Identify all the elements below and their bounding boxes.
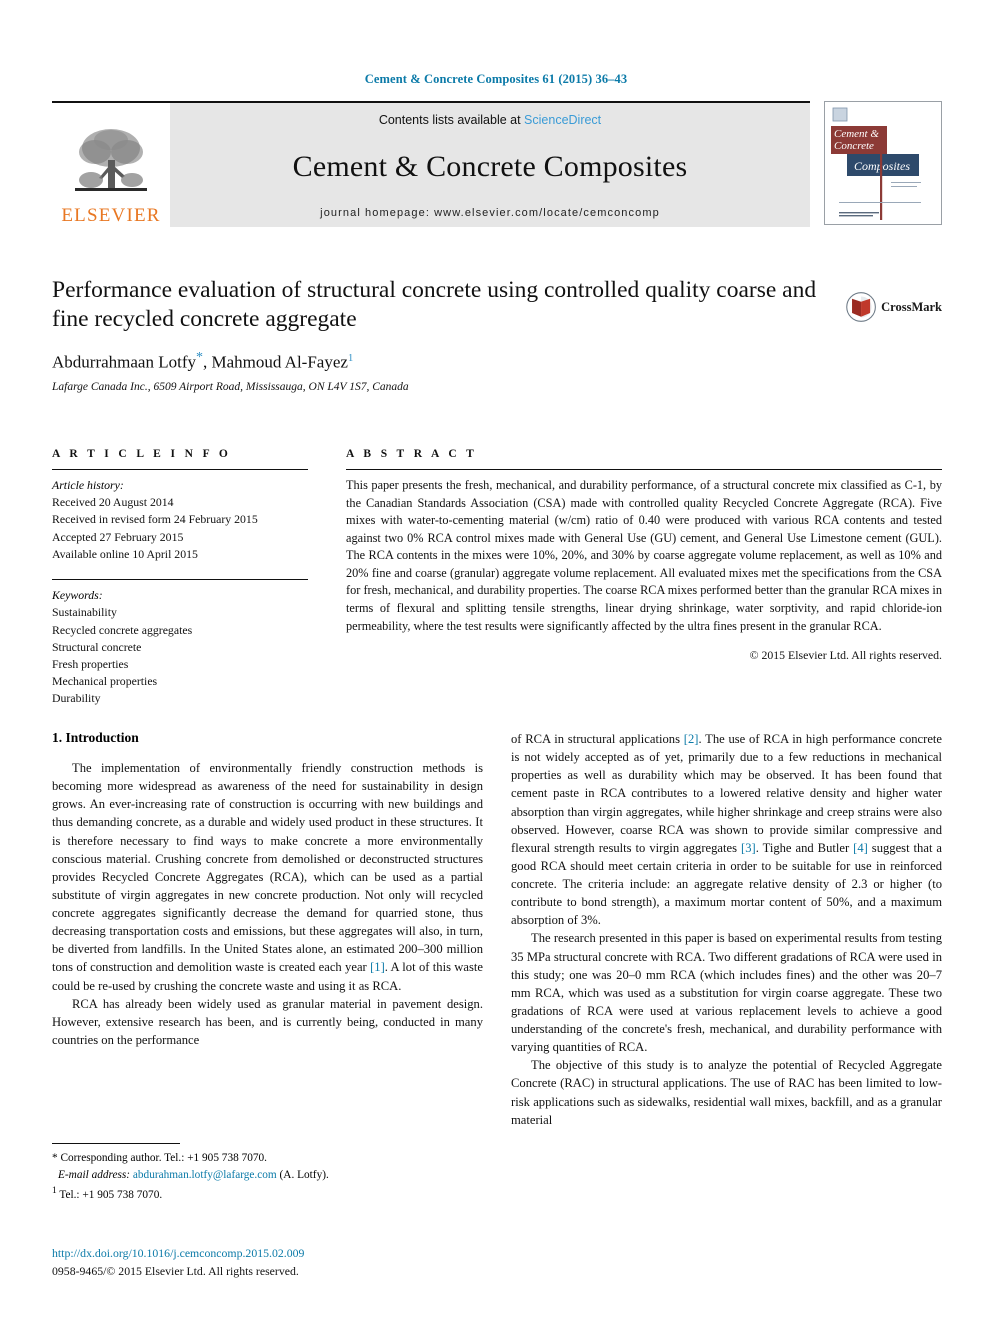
footnote-rule xyxy=(52,1143,180,1144)
journal-cover-thumbnail: Cement & Concrete Composites xyxy=(824,101,942,225)
footnote-1-marker: 1 xyxy=(52,1186,57,1197)
keyword-item: Structural concrete xyxy=(52,639,142,654)
contents-available-line: Contents lists available at ScienceDirec… xyxy=(379,113,601,127)
issn-copyright-line: 0958-9465/© 2015 Elsevier Ltd. All right… xyxy=(52,1263,299,1278)
footnote-corresponding-text: Corresponding author. Tel.: +1 905 738 7… xyxy=(60,1152,267,1164)
article-info-heading: A R T I C L E I N F O xyxy=(52,448,232,460)
section-heading-introduction: 1. Introduction xyxy=(52,730,139,745)
paragraph: The objective of this study is to analyz… xyxy=(511,1058,942,1127)
affiliation: Lafarge Canada Inc., 6509 Airport Road, … xyxy=(52,380,409,393)
corresponding-author-marker: * xyxy=(195,350,203,366)
journal-homepage-line[interactable]: journal homepage: www.elsevier.com/locat… xyxy=(320,207,660,219)
svg-text:Concrete: Concrete xyxy=(834,140,874,152)
elsevier-wordmark: ELSEVIER xyxy=(61,205,161,226)
keywords-label: Keywords: xyxy=(52,588,103,603)
article-history-list: Received 20 August 2014 Received in revi… xyxy=(52,494,308,563)
doi-footer: http://dx.doi.org/10.1016/j.cemconcomp.2… xyxy=(52,1245,652,1280)
paragraph: RCA has already been widely used as gran… xyxy=(52,996,483,1047)
history-item: Received in revised form 24 February 201… xyxy=(52,512,258,527)
email-address-label: E-mail address: xyxy=(58,1169,131,1182)
keyword-item: Recycled concrete aggregates xyxy=(52,622,193,637)
elsevier-logo: ELSEVIER xyxy=(52,103,170,227)
body-left-column: 1. Introduction The implementation of en… xyxy=(52,730,483,1129)
keyword-item: Durability xyxy=(52,691,101,706)
history-item: Available online 10 April 2015 xyxy=(52,546,198,561)
article-history-label: Article history: xyxy=(52,478,124,492)
keywords-list: Sustainability Recycled concrete aggrega… xyxy=(52,604,308,707)
author-list: Abdurrahmaan Lotfy*, Mahmoud Al-Fayez1 xyxy=(52,350,354,372)
keywords-rule xyxy=(52,579,308,581)
article-info-rule xyxy=(52,469,308,470)
crossmark-badge[interactable]: CrossMark xyxy=(846,284,942,330)
footnote-corresponding-author: * Corresponding author. Tel.: +1 905 738… xyxy=(52,1150,483,1167)
keyword-item: Sustainability xyxy=(52,605,117,620)
paragraph: The implementation of environmentally fr… xyxy=(52,761,483,993)
author-1: Abdurrahmaan Lotfy xyxy=(52,352,196,372)
doi-link[interactable]: http://dx.doi.org/10.1016/j.cemconcomp.2… xyxy=(52,1245,652,1263)
info-abstract-section: A R T I C L E I N F O Article history: R… xyxy=(52,448,942,708)
crossmark-label: CrossMark xyxy=(881,299,942,314)
page-title: Performance evaluation of structural con… xyxy=(52,277,817,332)
journal-title: Cement & Concrete Composites xyxy=(292,150,688,184)
footnote-tel-text: Tel.: +1 905 738 7070. xyxy=(59,1189,163,1202)
title-block: Performance evaluation of structural con… xyxy=(52,276,942,393)
paper-page: Cement & Concrete Composites 61 (2015) 3… xyxy=(0,0,992,1323)
footnote-star-marker: * xyxy=(52,1152,58,1164)
abstract-heading: A B S T R A C T xyxy=(346,448,478,460)
body-right-column: of RCA in structural applications [2]. T… xyxy=(511,730,942,1129)
running-head: Cement & Concrete Composites 61 (2015) 3… xyxy=(364,72,628,86)
footnotes-block: * Corresponding author. Tel.: +1 905 738… xyxy=(52,1143,483,1204)
paragraph: of RCA in structural applications [2]. T… xyxy=(511,732,943,928)
cover-art: Cement & Concrete Composites xyxy=(825,102,941,224)
abstract-text: This paper presents the fresh, mechanica… xyxy=(346,478,942,633)
sciencedirect-link[interactable]: ScienceDirect xyxy=(524,113,601,127)
abstract-column: A B S T R A C T This paper presents the … xyxy=(346,448,942,708)
history-item: Received 20 August 2014 xyxy=(52,495,174,510)
crossmark-icon xyxy=(846,292,876,322)
abstract-copyright: © 2015 Elsevier Ltd. All rights reserved… xyxy=(749,648,942,663)
footnote-email: E-mail address: abdurahman.lotfy@lafarge… xyxy=(52,1167,483,1184)
keyword-item: Mechanical properties xyxy=(52,674,158,689)
author-2-footnote-marker: 1 xyxy=(347,353,354,365)
journal-masthead: ELSEVIER Contents lists available at Sci… xyxy=(52,101,810,227)
contents-prefix: Contents lists available at xyxy=(378,113,525,127)
email-link[interactable]: abdurahman.lotfy@lafarge.com xyxy=(133,1169,277,1181)
body-columns: 1. Introduction The implementation of en… xyxy=(52,730,942,1129)
elsevier-tree-icon xyxy=(75,129,147,191)
author-2: Mahmoud Al-Fayez xyxy=(211,352,348,372)
history-item: Accepted 27 February 2015 xyxy=(52,529,184,544)
footnote-tel: 1 Tel.: +1 905 738 7070. xyxy=(52,1184,483,1204)
paragraph: The research presented in this paper is … xyxy=(511,931,942,1055)
abstract-rule xyxy=(346,469,942,470)
svg-text:Cement &: Cement & xyxy=(834,128,879,140)
email-owner: (A. Lotfy). xyxy=(279,1169,329,1182)
journal-band: Contents lists available at ScienceDirec… xyxy=(170,103,810,227)
article-info-column: A R T I C L E I N F O Article history: R… xyxy=(52,448,308,708)
keyword-item: Fresh properties xyxy=(52,656,129,671)
